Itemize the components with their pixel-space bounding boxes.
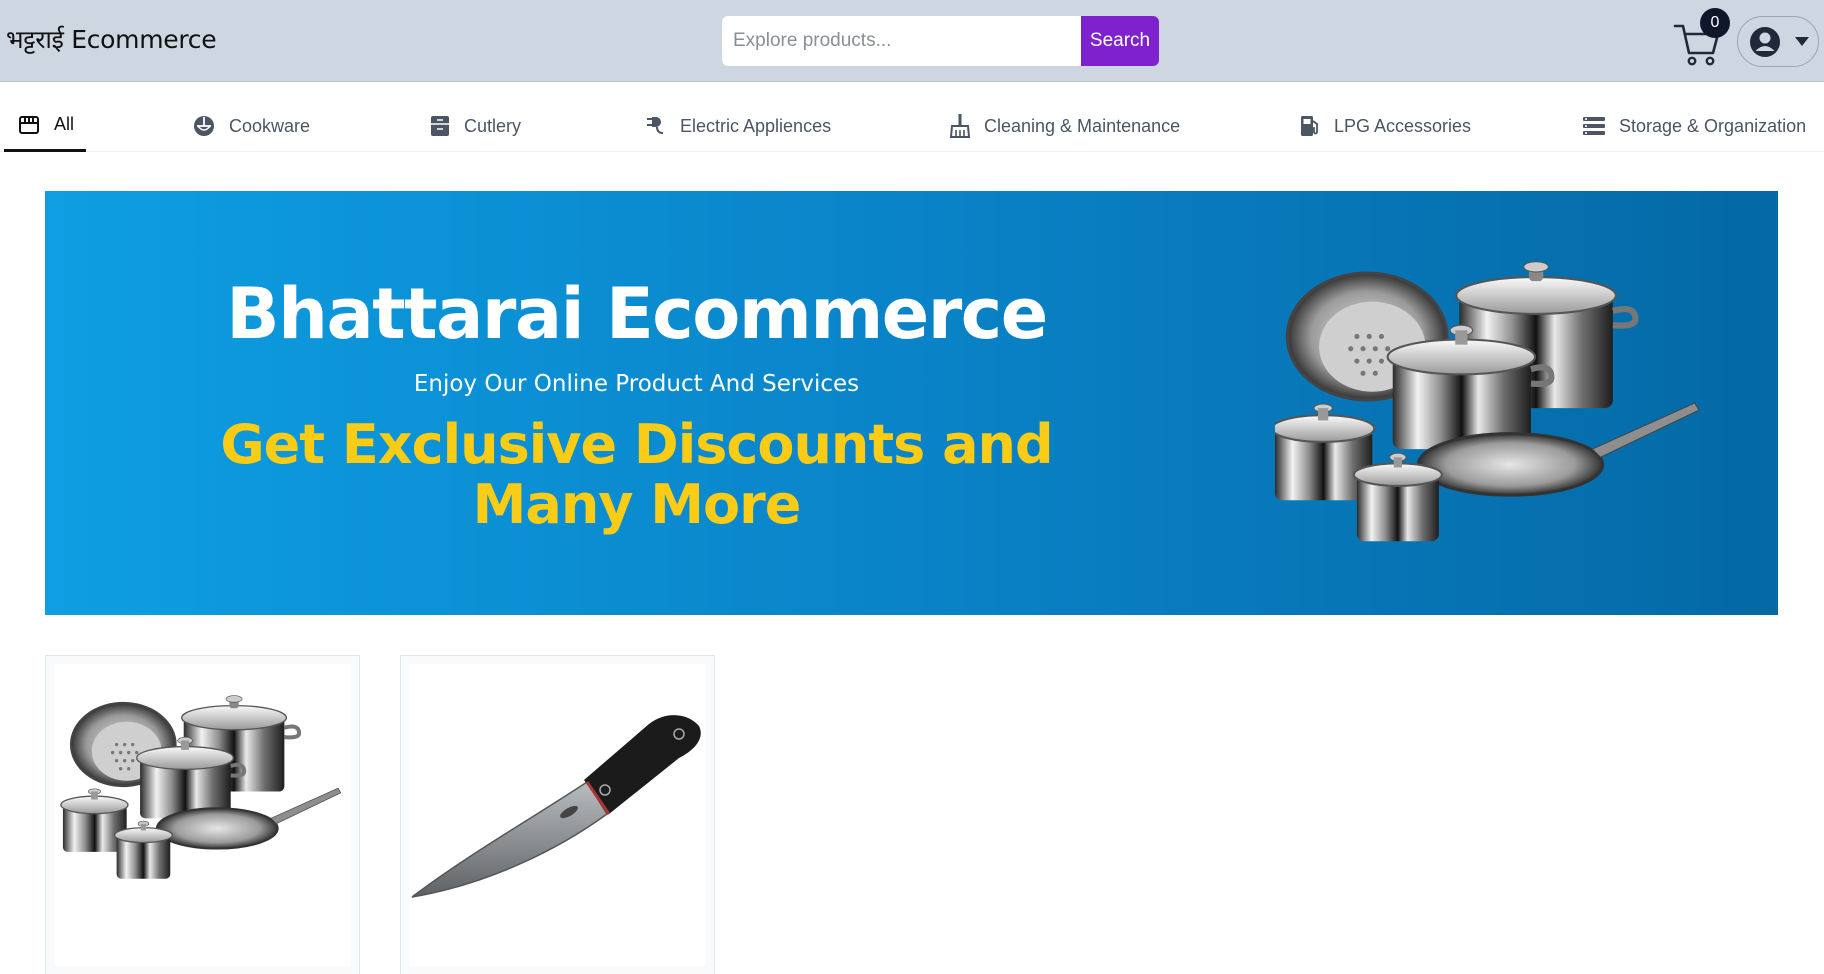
category-tab-cleaning-maintenance[interactable]: Cleaning & Maintenance	[950, 100, 1180, 152]
gas-pump-icon	[1301, 116, 1318, 136]
cookware-set-image	[54, 664, 351, 966]
storage-list-icon	[1583, 117, 1605, 135]
product-card-cookware-set[interactable]	[45, 655, 360, 974]
category-tab-electric-appliences[interactable]: Electric Appliences	[644, 100, 831, 152]
broom-icon	[950, 114, 970, 138]
category-label: Cookware	[229, 115, 311, 136]
brand-logo-text[interactable]: भट्टराई Ecommerce	[6, 22, 217, 56]
category-nav: All Cookware Cutlery Electric Appliences	[0, 100, 1824, 152]
user-circle-icon	[1750, 26, 1780, 57]
category-tab-cutlery[interactable]: Cutlery	[430, 100, 521, 152]
category-tab-lpg-accessories[interactable]: LPG Accessories	[1300, 100, 1471, 152]
plug-icon	[647, 117, 664, 134]
cookware-set-image	[1275, 253, 1705, 553]
category-tab-all[interactable]: All	[4, 100, 86, 152]
category-tab-cookware[interactable]: Cookware	[193, 100, 310, 152]
hero-banner[interactable]: Bhattarai Ecommerce Enjoy Our Online Pro…	[45, 191, 1778, 615]
category-label: Electric Appliences	[680, 115, 832, 136]
category-label: Cleaning & Maintenance	[984, 115, 1181, 136]
product-image-frame	[54, 664, 351, 966]
search-button[interactable]: Search	[1081, 16, 1159, 66]
category-label: Storage & Organization	[1619, 115, 1807, 136]
hero-subtitle: Enjoy Our Online Product And Services	[413, 371, 860, 397]
category-label: All	[54, 114, 75, 134]
product-image-frame	[409, 664, 706, 966]
bowl-icon	[194, 116, 214, 136]
category-tab-storage-organization[interactable]: Storage & Organization	[1583, 100, 1806, 152]
search-input[interactable]	[722, 16, 1081, 66]
user-menu-button[interactable]	[1737, 16, 1819, 67]
caret-down-icon	[1795, 37, 1809, 46]
category-label: LPG Accessories	[1334, 115, 1472, 136]
store-icon	[19, 115, 39, 134]
hero-title: Bhattarai Ecommerce	[226, 273, 1048, 355]
hero-promo-text: Get Exclusive Discounts and Many More	[220, 413, 1053, 536]
top-navbar: भट्टराई Ecommerce Search 0	[0, 0, 1824, 82]
search-bar: Search	[722, 16, 1159, 66]
chef-knife-image	[411, 715, 701, 898]
cart-count-badge: 0	[1700, 8, 1730, 38]
cabinet-icon	[431, 116, 449, 136]
product-card-chef-knife[interactable]	[400, 655, 715, 974]
category-label: Cutlery	[464, 115, 522, 136]
